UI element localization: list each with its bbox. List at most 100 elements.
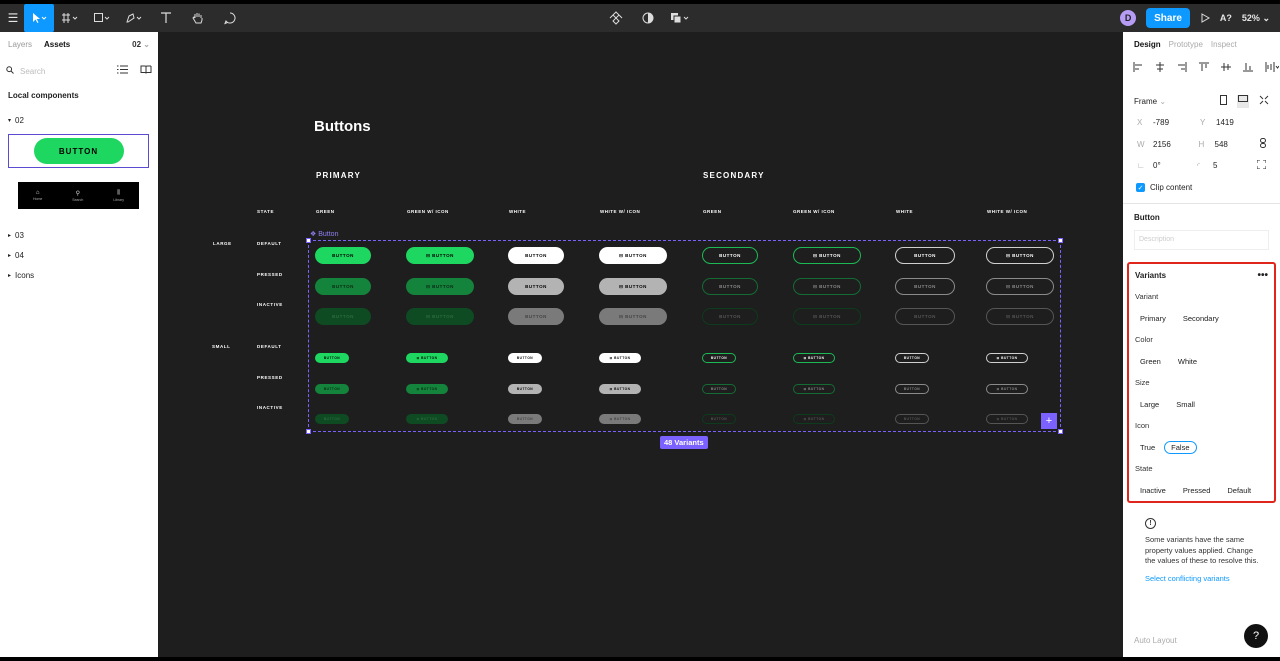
variant-button-sw-large-pressed[interactable]: BUTTON [895,278,955,295]
variant-button-sw-small-default[interactable]: BUTTON [895,353,929,363]
variant-option-inactive[interactable]: Inactive [1137,484,1169,497]
distribute-icon[interactable] [1265,61,1280,75]
variant-button-sg-icon-large-default[interactable]: ⊟ BUTTON [793,247,861,264]
variant-button-pw-large-pressed[interactable]: BUTTON [508,278,564,295]
variant-button-pg-small-default[interactable]: BUTTON [315,353,349,363]
resize-handle[interactable] [306,238,311,243]
variant-button-sg-small-default[interactable]: BUTTON [702,353,736,363]
variant-button-pg-large-default[interactable]: BUTTON [315,247,371,264]
variant-option-small[interactable]: Small [1173,398,1198,411]
variant-button-pg-icon-small-default[interactable]: ⊟ BUTTON [406,353,448,363]
variant-option-secondary[interactable]: Secondary [1180,312,1222,325]
frame-type-dropdown[interactable]: Frame ⌄ [1134,97,1166,106]
move-tool-icon[interactable] [24,4,54,32]
frame-tool-icon[interactable] [54,4,86,32]
y-input[interactable]: 1419 [1216,118,1234,127]
group-03[interactable]: ▸ 03 [0,225,158,245]
variant-button-pg-icon-small-inactive[interactable]: ⊟ BUTTON [406,414,448,424]
variant-button-sg-large-pressed[interactable]: BUTTON [702,278,758,295]
variant-button-pg-icon-small-pressed[interactable]: ⊟ BUTTON [406,384,448,394]
group-02[interactable]: ▾ 02 [0,110,158,130]
width-input[interactable]: 2156 [1153,140,1171,149]
variant-button-pw-icon-small-inactive[interactable]: ⊟ BUTTON [599,414,641,424]
auto-layout-section[interactable]: Auto Layout [1134,636,1177,645]
pen-tool-icon[interactable] [118,4,150,32]
variant-button-sg-icon-small-pressed[interactable]: ⊟ BUTTON [793,384,835,394]
variant-button-pg-icon-large-default[interactable]: ⊟ BUTTON [406,247,474,264]
description-input[interactable]: Description [1134,229,1269,250]
align-center-h-icon[interactable] [1155,61,1165,75]
variant-button-sw-small-inactive[interactable]: BUTTON [895,414,929,424]
variant-button-sg-large-default[interactable]: BUTTON [702,247,758,264]
add-variant-button[interactable]: + [1041,413,1057,429]
boolean-icon[interactable] [664,4,696,32]
hand-tool-icon[interactable] [182,4,214,32]
ask-label[interactable]: A? [1220,13,1232,23]
variant-option-false[interactable]: False [1164,440,1197,454]
variant-button-sw-large-default[interactable]: BUTTON [895,247,955,264]
comment-tool-icon[interactable] [214,4,246,32]
help-button[interactable]: ? [1244,624,1268,648]
resize-handle[interactable] [1058,429,1063,434]
library-icon[interactable] [140,65,152,77]
text-tool-icon[interactable] [150,4,182,32]
variant-button-sg-icon-small-default[interactable]: ⊟ BUTTON [793,353,835,363]
button-component-thumbnail[interactable]: BUTTON [8,134,149,168]
clip-content-checkbox[interactable]: ✓ [1136,183,1145,192]
align-top-icon[interactable] [1199,62,1209,75]
variant-button-pw-icon-small-default[interactable]: ⊟ BUTTON [599,353,641,363]
variant-button-pw-icon-large-inactive[interactable]: ⊟ BUTTON [599,308,667,325]
variant-button-sg-large-inactive[interactable]: BUTTON [702,308,758,325]
variant-button-sw-small-pressed[interactable]: BUTTON [895,384,929,394]
variant-button-pg-large-inactive[interactable]: BUTTON [315,308,371,325]
variant-button-pw-small-pressed[interactable]: BUTTON [508,384,542,394]
tab-inspect[interactable]: Inspect [1211,40,1237,49]
height-input[interactable]: 548 [1215,140,1228,149]
variant-button-pg-icon-large-pressed[interactable]: ⊟ BUTTON [406,278,474,295]
tab-layers[interactable]: Layers [8,40,32,49]
variant-button-pg-large-pressed[interactable]: BUTTON [315,278,371,295]
component-set-selection[interactable] [308,240,1061,432]
resize-to-fit-icon[interactable] [1259,95,1269,108]
rotation-input[interactable]: 0° [1153,161,1161,170]
variant-option-true[interactable]: True [1137,441,1158,454]
variant-button-pw-small-inactive[interactable]: BUTTON [508,414,542,424]
variant-option-pressed[interactable]: Pressed [1180,484,1214,497]
align-left-icon[interactable] [1133,61,1143,75]
list-view-icon[interactable] [117,65,128,77]
select-conflicting-variants-link[interactable]: Select conflicting variants [1133,574,1271,583]
align-bottom-icon[interactable] [1243,62,1253,75]
more-options-icon[interactable]: ••• [1257,270,1268,281]
tab-assets[interactable]: Assets [44,40,70,49]
independent-corners-icon[interactable] [1256,159,1267,171]
variant-button-pg-small-inactive[interactable]: BUTTON [315,414,349,424]
variant-button-pg-icon-large-inactive[interactable]: ⊟ BUTTON [406,308,474,325]
tab-design[interactable]: Design [1134,40,1161,49]
user-avatar[interactable]: D [1120,10,1137,26]
variant-button-pw-icon-small-pressed[interactable]: ⊟ BUTTON [599,384,641,394]
design-canvas[interactable]: Buttons PRIMARY SECONDARY STATE LARGE SM… [158,32,1123,657]
resize-handle[interactable] [306,429,311,434]
navbar-component-thumbnail[interactable]: ⌂ Home ⚲ Search ⫼ Library [18,182,139,209]
variant-button-pw-large-inactive[interactable]: BUTTON [508,308,564,325]
group-04[interactable]: ▸ 04 [0,245,158,265]
share-button[interactable]: Share [1146,8,1190,28]
page-selector[interactable]: 02 ⌄ [132,40,150,49]
resize-handle[interactable] [1058,238,1063,243]
variant-button-pw-icon-large-pressed[interactable]: ⊟ BUTTON [599,278,667,295]
variant-button-sw-large-inactive[interactable]: BUTTON [895,308,955,325]
variant-button-pg-small-pressed[interactable]: BUTTON [315,384,349,394]
constrain-proportions-icon[interactable] [1260,138,1266,150]
variant-button-sg-small-pressed[interactable]: BUTTON [702,384,736,394]
landscape-icon[interactable] [1237,94,1249,108]
variant-button-sg-small-inactive[interactable]: BUTTON [702,414,736,424]
variant-option-green[interactable]: Green [1137,355,1164,368]
variant-option-primary[interactable]: Primary [1137,312,1169,325]
zoom-dropdown[interactable]: 52% ⌄ [1242,13,1270,24]
mask-icon[interactable] [632,4,664,32]
shape-tool-icon[interactable] [86,4,118,32]
x-input[interactable]: -789 [1153,118,1169,127]
align-center-v-icon[interactable] [1221,62,1231,75]
tab-prototype[interactable]: Prototype [1169,40,1203,49]
align-right-icon[interactable] [1177,61,1187,75]
